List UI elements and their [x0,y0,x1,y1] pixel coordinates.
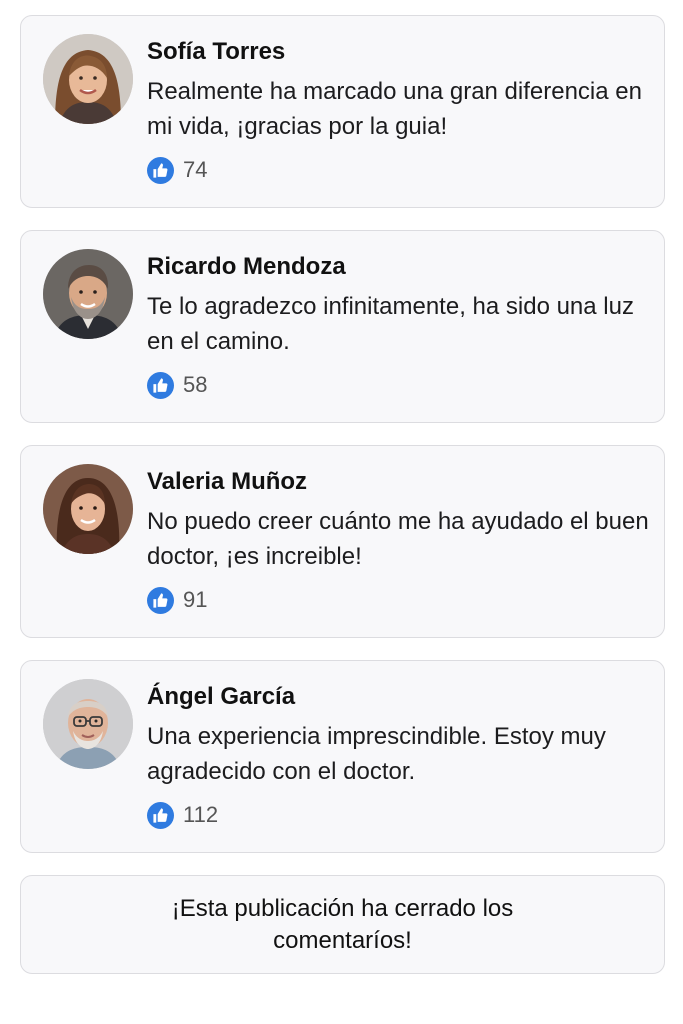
comments-closed-notice: ¡Esta publicación ha cerrado los comenta… [20,875,665,974]
comment-card: Ricardo Mendoza Te lo agradezco infinita… [20,230,665,423]
thumbs-up-icon[interactable] [147,156,174,184]
avatar[interactable] [43,464,133,554]
comment-author[interactable]: Ángel García [147,683,295,711]
comments-feed: Sofía Torres Realmente ha marcado una gr… [20,15,665,974]
comment-text: Realmente ha marcado una gran diferencia… [147,78,642,140]
thumbs-up-icon[interactable] [147,371,174,399]
comments-closed-text: ¡Esta publicación ha cerrado los comenta… [171,894,514,954]
comment-card: Ángel García Una experiencia imprescindi… [20,660,665,853]
avatar[interactable] [43,679,133,769]
comment-author[interactable]: Valeria Muñoz [147,468,307,496]
like-row: 91 [147,586,207,614]
like-row: 58 [147,371,207,399]
thumbs-up-icon[interactable] [147,801,174,829]
like-count: 58 [183,372,208,397]
avatar[interactable] [43,249,133,339]
comment-card: Sofía Torres Realmente ha marcado una gr… [20,15,665,208]
comment-card: Valeria Muñoz No puedo creer cuánto me h… [20,445,665,638]
thumbs-up-icon[interactable] [147,586,174,614]
avatar[interactable] [43,34,133,124]
like-count: 91 [183,587,208,612]
like-row: 74 [147,156,207,184]
like-count: 74 [183,157,208,182]
comment-author[interactable]: Ricardo Mendoza [147,253,346,281]
comment-text: Una experiencia imprescindible. Estoy mu… [147,723,606,785]
like-count: 112 [183,802,219,827]
like-row: 112 [147,801,218,829]
comment-author[interactable]: Sofía Torres [147,38,285,66]
comment-text: Te lo agradezco infinitamente, ha sido u… [147,293,634,355]
comment-text: No puedo creer cuánto me ha ayudado el b… [147,508,649,570]
